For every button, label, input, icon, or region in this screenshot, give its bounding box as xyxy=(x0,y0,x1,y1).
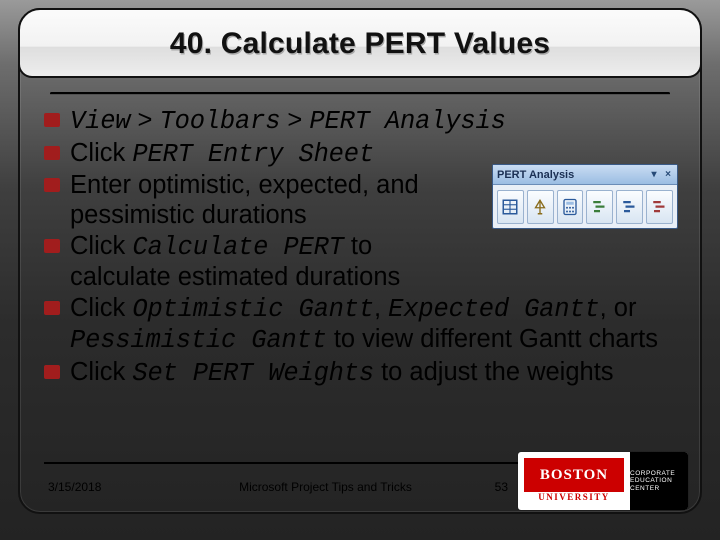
code-text: Expected Gantt xyxy=(388,295,599,324)
entry-sheet-icon xyxy=(497,190,524,224)
title-bar: 40. Calculate PERT Values xyxy=(18,8,702,78)
bullet-text: Click xyxy=(70,139,132,167)
slide-title: 40. Calculate PERT Values xyxy=(20,10,700,61)
toolbar-body xyxy=(493,185,677,229)
logo-brand: BOSTON xyxy=(524,458,624,492)
code-text: Optimistic Gantt xyxy=(132,295,374,324)
bullet-text: Enter optimistic, expected, and pessimis… xyxy=(70,171,419,229)
code-text: PERT Entry Sheet xyxy=(132,140,374,169)
bullet-text: Click xyxy=(70,358,132,386)
logo-department: CORPORATE EDUCATION CENTER xyxy=(630,452,688,510)
slide-content: View > Toolbars > PERT AnalysisClick PER… xyxy=(34,106,686,460)
footer-page: 53 xyxy=(495,480,508,494)
optimistic-gantt-icon xyxy=(586,190,613,224)
pessimistic-gantt-icon xyxy=(646,190,673,224)
bullet-text: Click xyxy=(70,294,132,322)
expected-gantt-icon xyxy=(616,190,643,224)
calculate-icon xyxy=(557,190,584,224)
bullet-item: Click Optimistic Gantt, Expected Gantt, … xyxy=(40,294,680,355)
close-icon: × xyxy=(663,170,673,180)
code-text: PERT Analysis xyxy=(309,107,505,136)
weights-icon xyxy=(527,190,554,224)
logo-subtext: UNIVERSITY xyxy=(524,492,624,502)
bullet-item: Click Set PERT Weights to adjust the wei… xyxy=(40,358,680,389)
bullet-text: > xyxy=(280,106,309,134)
code-text: Set PERT Weights xyxy=(132,359,374,388)
logo-department-text: CORPORATE EDUCATION CENTER xyxy=(630,470,688,492)
pert-analysis-toolbar: PERT Analysis ▾ × xyxy=(492,164,678,229)
boston-university-logo: BOSTON UNIVERSITY CORPORATE EDUCATION CE… xyxy=(518,452,688,510)
toolbar-label: PERT Analysis xyxy=(497,169,574,181)
code-text: View xyxy=(70,107,130,136)
slide-frame: 40. Calculate PERT Values View > Toolbar… xyxy=(18,8,702,514)
bullet-text: > xyxy=(130,106,159,134)
footer-title: Microsoft Project Tips and Tricks xyxy=(239,480,412,494)
bullet-text: , or xyxy=(600,294,637,322)
code-text: Toolbars xyxy=(159,107,280,136)
code-text: Calculate PERT xyxy=(132,233,343,262)
bullet-text: to adjust the weights xyxy=(374,358,614,386)
bullet-list: View > Toolbars > PERT AnalysisClick PER… xyxy=(34,106,686,388)
bullet-text: , xyxy=(374,294,388,322)
dropdown-icon: ▾ xyxy=(649,170,659,180)
slide-footer: 3/15/2018 Microsoft Project Tips and Tri… xyxy=(20,460,700,512)
bullet-wrap: Click Calculate PERT to calculate estima… xyxy=(70,232,440,292)
toolbar-titlebar: PERT Analysis ▾ × xyxy=(493,165,677,185)
toolbar-controls: ▾ × xyxy=(649,170,673,180)
bullet-wrap: Enter optimistic, expected, and pessimis… xyxy=(70,171,440,230)
bullet-item: View > Toolbars > PERT Analysis xyxy=(40,106,680,137)
bullet-text: to view different Gantt charts xyxy=(327,325,658,353)
bullet-text: Click xyxy=(70,232,132,260)
code-text: Pessimistic Gantt xyxy=(70,326,327,355)
footer-date: 3/15/2018 xyxy=(48,480,101,494)
title-underline xyxy=(50,92,670,95)
bullet-item: Click Calculate PERT to calculate estima… xyxy=(40,232,680,292)
